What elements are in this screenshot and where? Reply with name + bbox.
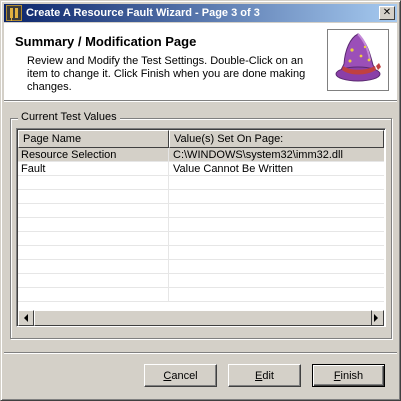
row-value: C:\WINDOWS\system32\imm32.dll	[173, 149, 343, 161]
row-page-name: Fault	[18, 162, 169, 175]
row-page-name: Resource Selection	[18, 148, 169, 161]
cancel-label: ancel	[171, 369, 198, 382]
column-header-values[interactable]: Value(s) Set On Page:	[169, 130, 384, 148]
cancel-mnemonic: C	[163, 369, 172, 382]
list-row-resource-selection[interactable]: Resource Selection C:\WINDOWS\system32\i…	[18, 148, 384, 162]
list-header: Page Name Value(s) Set On Page:	[18, 130, 384, 148]
empty-row	[18, 190, 384, 204]
empty-row	[18, 232, 384, 246]
horizontal-scrollbar[interactable]	[18, 310, 384, 326]
header-divider-highlight	[4, 101, 397, 102]
page-description: Review and Modify the Test Settings. Dou…	[27, 55, 306, 93]
scroll-left-button[interactable]	[18, 310, 34, 326]
footer-divider-highlight	[4, 353, 397, 354]
finish-button[interactable]: Finish	[312, 364, 385, 387]
finish-label: inish	[340, 369, 364, 382]
row-value: Value Cannot Be Written	[173, 163, 294, 175]
empty-row	[18, 204, 384, 218]
edit-label: dit	[262, 369, 274, 382]
empty-row	[18, 176, 384, 190]
arrow-right-icon	[374, 314, 378, 322]
scrollbar-thumb[interactable]	[34, 310, 372, 326]
empty-row	[18, 218, 384, 232]
column-header-page-name[interactable]: Page Name	[18, 130, 169, 148]
edit-button[interactable]: Edit	[228, 364, 301, 387]
wizard-hat-icon	[327, 29, 389, 91]
empty-row	[18, 274, 384, 288]
wizard-window: Create A Resource Fault Wizard - Page 3 …	[0, 0, 401, 401]
close-icon: ✕	[382, 7, 392, 18]
test-values-list[interactable]: Page Name Value(s) Set On Page: Resource…	[16, 128, 386, 327]
app-icon	[6, 5, 22, 21]
scrollbar-track[interactable]	[34, 310, 372, 326]
finish-mnemonic: F	[333, 369, 341, 382]
empty-row	[18, 288, 384, 302]
title-bar[interactable]: Create A Resource Fault Wizard - Page 3 …	[4, 4, 397, 22]
window-title: Create A Resource Fault Wizard - Page 3 …	[26, 7, 260, 19]
empty-row	[18, 260, 384, 274]
list-row-fault[interactable]: Fault Value Cannot Be Written	[18, 162, 384, 176]
page-title: Summary / Modification Page	[15, 34, 197, 49]
arrow-left-icon	[24, 314, 28, 322]
empty-row	[18, 246, 384, 260]
wizard-header: Summary / Modification Page Review and M…	[4, 23, 397, 100]
close-button[interactable]: ✕	[379, 6, 395, 20]
edit-mnemonic: E	[255, 369, 263, 382]
list-body: Resource Selection C:\WINDOWS\system32\i…	[18, 148, 384, 312]
group-label: Current Test Values	[18, 111, 120, 123]
cancel-button[interactable]: Cancel	[144, 364, 217, 387]
